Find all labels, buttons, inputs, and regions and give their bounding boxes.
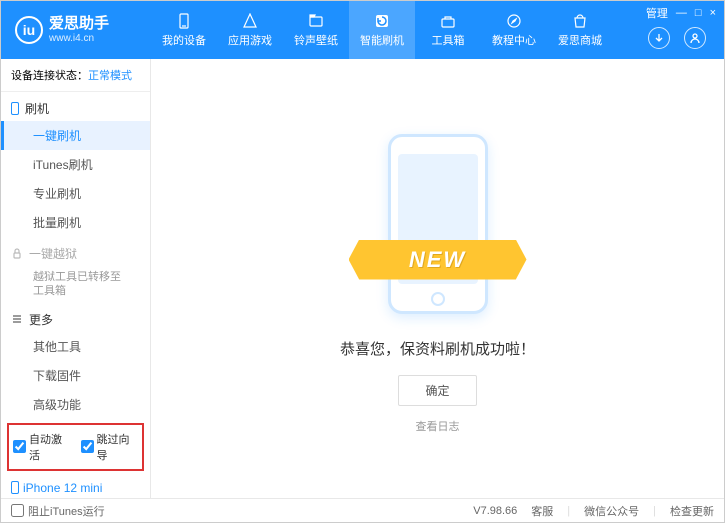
update-link[interactable]: 检查更新 [670,503,714,519]
menu-icon [11,313,23,325]
minimize-icon[interactable]: — [676,7,687,19]
success-message: 恭喜您，保资料刷机成功啦！ [340,338,535,359]
sidebar-item-advanced[interactable]: 高级功能 [1,390,150,419]
nav-ringtones[interactable]: 铃声壁纸 [283,1,349,59]
service-link[interactable]: 客服 [531,503,553,519]
toolbox-icon [439,12,457,30]
logo-area: iu 爱思助手 www.i4.cn [1,16,151,44]
nav-my-device[interactable]: 我的设备 [151,1,217,59]
section-more[interactable]: 更多 [1,303,150,332]
view-log-link[interactable]: 查看日志 [416,418,460,434]
options-box: 自动激活 跳过向导 [7,423,144,471]
store-icon [571,12,589,30]
version-label: V7.98.66 [473,505,517,517]
sidebar-item-batch-flash[interactable]: 批量刷机 [1,208,150,237]
phone-icon [11,481,19,494]
section-jailbreak: 一键越狱 [1,237,150,266]
nav-store[interactable]: 爱思商城 [547,1,613,59]
nav-flash[interactable]: 智能刷机 [349,1,415,59]
footer: 阻止iTunes运行 V7.98.66 客服| 微信公众号| 检查更新 [1,498,724,522]
jailbreak-note: 越狱工具已转移至 工具箱 [1,266,150,303]
connection-mode: 正常模式 [88,70,132,82]
auto-activate-checkbox[interactable]: 自动激活 [13,431,71,463]
folder-icon [307,12,325,30]
phone-icon [11,102,19,115]
lock-icon [11,248,23,260]
wechat-link[interactable]: 微信公众号 [584,503,639,519]
nav-toolbox[interactable]: 工具箱 [415,1,481,59]
maximize-icon[interactable]: □ [695,7,702,19]
connection-status: 设备连接状态：正常模式 [1,59,150,92]
app-subtitle: www.i4.cn [49,33,109,44]
download-button[interactable] [648,27,670,49]
close-icon[interactable]: × [710,7,716,19]
device-block[interactable]: iPhone 12 mini 64GB Down-12mini-13,1 [1,475,150,498]
main-content: NEW 恭喜您，保资料刷机成功啦！ 确定 查看日志 [151,59,724,498]
sidebar: 设备连接状态：正常模式 刷机 一键刷机 iTunes刷机 专业刷机 批量刷机 一… [1,59,151,498]
window-controls: 管理 — □ × [646,5,716,21]
sidebar-item-itunes-flash[interactable]: iTunes刷机 [1,150,150,179]
block-itunes-checkbox[interactable]: 阻止iTunes运行 [11,503,105,519]
main-nav: 我的设备 应用游戏 铃声壁纸 智能刷机 工具箱 教程中心 爱思商城 [151,1,613,59]
sidebar-item-oneclick-flash[interactable]: 一键刷机 [1,121,150,150]
app-header: iu 爱思助手 www.i4.cn 我的设备 应用游戏 铃声壁纸 智能刷机 工具… [1,1,724,59]
manage-link[interactable]: 管理 [646,5,668,21]
new-ribbon: NEW [349,240,527,280]
sidebar-item-download-fw[interactable]: 下载固件 [1,361,150,390]
sidebar-item-other-tools[interactable]: 其他工具 [1,332,150,361]
compass-icon [505,12,523,30]
ok-button[interactable]: 确定 [398,375,476,406]
device-icon [175,12,193,30]
device-name: iPhone 12 mini [23,481,102,495]
phone-illustration: NEW [373,124,503,324]
nav-apps[interactable]: 应用游戏 [217,1,283,59]
user-button[interactable] [684,27,706,49]
logo-icon: iu [15,16,43,44]
nav-tutorials[interactable]: 教程中心 [481,1,547,59]
app-title: 爱思助手 [49,16,109,33]
skip-guide-checkbox[interactable]: 跳过向导 [81,431,139,463]
section-flash[interactable]: 刷机 [1,92,150,121]
sidebar-item-pro-flash[interactable]: 专业刷机 [1,179,150,208]
apps-icon [241,12,259,30]
refresh-icon [373,12,391,30]
